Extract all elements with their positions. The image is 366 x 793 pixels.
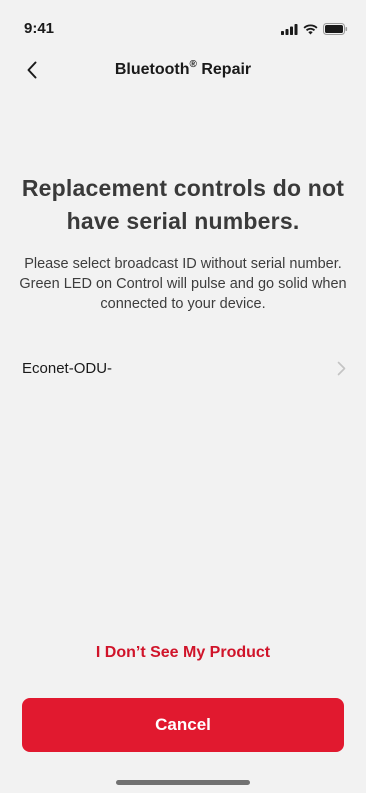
page-title-suffix: Repair <box>196 61 252 78</box>
home-indicator <box>116 780 250 785</box>
signal-icon <box>281 22 298 40</box>
chevron-right-icon <box>337 361 346 381</box>
nav-bar: Bluetooth® Repair <box>0 52 366 92</box>
device-list-item[interactable]: Econet-ODU- <box>0 352 366 386</box>
instructions-text: Please select broadcast ID without seria… <box>19 256 347 312</box>
status-time: 9:41 <box>24 20 55 37</box>
cancel-button[interactable]: Cancel <box>22 698 344 752</box>
status-icons <box>281 22 348 40</box>
wifi-icon <box>303 22 318 40</box>
battery-icon <box>323 22 348 40</box>
device-name: Econet-ODU- <box>22 360 113 377</box>
dont-see-product-link[interactable]: I Don’t See My Product <box>0 644 366 662</box>
status-bar: 9:41 <box>0 0 366 44</box>
page-title-text: Bluetooth <box>114 61 190 78</box>
page-title: Bluetooth® Repair <box>0 59 366 79</box>
registered-mark: ® <box>189 59 197 70</box>
headline: Replacement controls do not have serial … <box>21 175 345 234</box>
